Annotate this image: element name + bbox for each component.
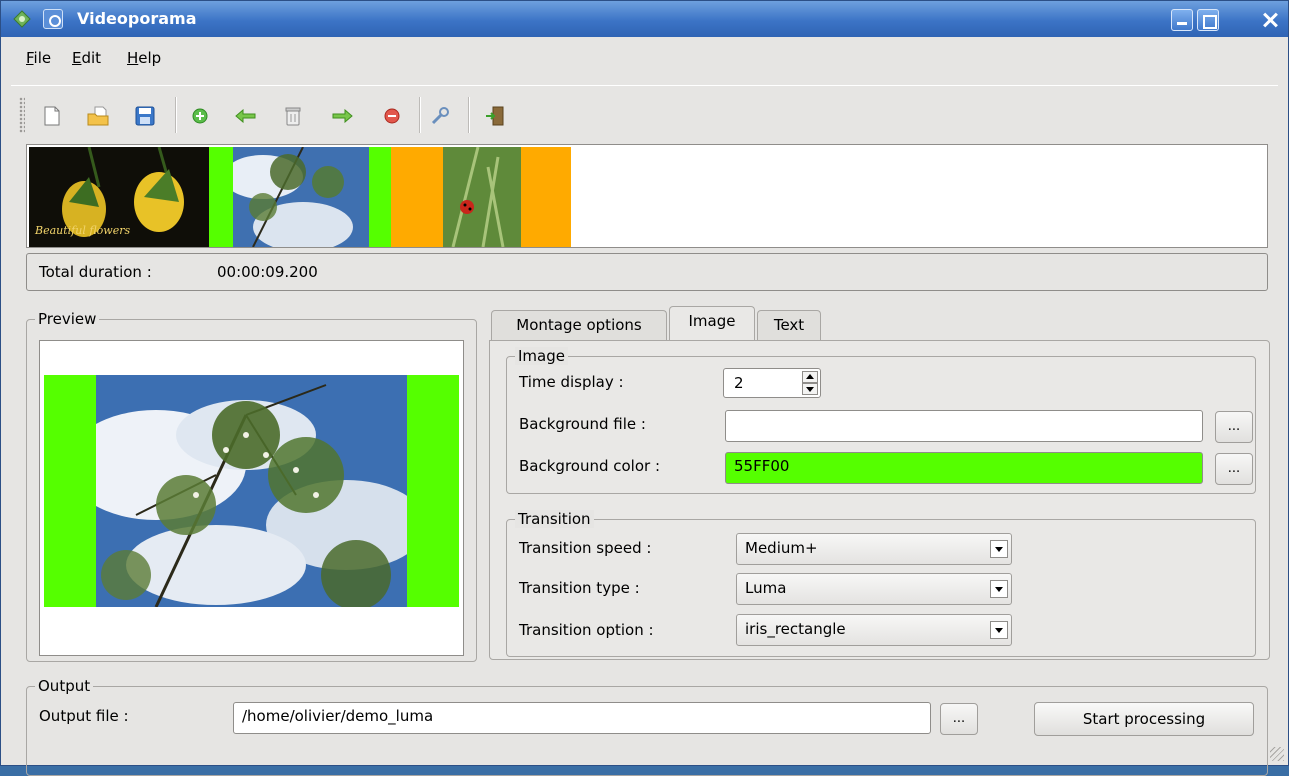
window-title: Videoporama: [77, 9, 197, 28]
preview-group: Preview: [26, 310, 477, 662]
thumbnail-sky-tree[interactable]: [209, 147, 391, 247]
transition-type-value: Luma: [745, 579, 787, 597]
transition-type-select[interactable]: Luma: [736, 573, 1012, 605]
add-icon[interactable]: [189, 105, 211, 127]
time-display-label: Time display :: [519, 373, 624, 391]
title-bar[interactable]: Videoporama: [1, 1, 1288, 37]
background-color-input[interactable]: 55FF00: [725, 452, 1203, 484]
background-file-browse-button[interactable]: ...: [1215, 411, 1253, 443]
maximize-button[interactable]: [1197, 9, 1219, 31]
output-file-label: Output file :: [39, 707, 129, 725]
transition-speed-label: Transition speed :: [519, 539, 652, 557]
save-icon[interactable]: [134, 105, 156, 127]
close-button[interactable]: [1259, 9, 1281, 31]
thumbnail-caption: Beautiful flowers: [35, 224, 131, 237]
menu-file[interactable]: File: [26, 49, 51, 67]
background-file-label: Background file :: [519, 415, 646, 433]
exit-icon[interactable]: [484, 105, 506, 127]
move-left-icon[interactable]: [235, 105, 257, 127]
duration-label: Total duration :: [39, 263, 152, 281]
output-group-title: Output: [35, 677, 94, 695]
preview-frame: [39, 340, 464, 656]
time-display-value: 2: [734, 374, 744, 392]
transition-speed-select[interactable]: Medium+: [736, 533, 1012, 565]
transition-group-title: Transition: [515, 510, 594, 528]
open-folder-icon[interactable]: [87, 105, 109, 127]
toolbar-separator: [468, 97, 470, 133]
toolbar-grip-icon[interactable]: [19, 97, 25, 133]
menu-separator: [11, 85, 1278, 86]
duration-value: 00:00:09.200: [217, 263, 318, 281]
output-file-input[interactable]: /home/olivier/demo_luma: [233, 702, 931, 734]
background-color-browse-button[interactable]: ...: [1215, 453, 1253, 485]
duration-bar: Total duration : 00:00:09.200: [26, 253, 1268, 291]
background-file-input[interactable]: [725, 410, 1203, 442]
output-file-browse-button[interactable]: ...: [940, 703, 978, 735]
menu-bar: File Edit Help: [1, 49, 1288, 75]
spin-down-icon[interactable]: [802, 383, 818, 395]
timeline-strip[interactable]: Beautiful flowers: [26, 144, 1268, 248]
toolbar: [1, 93, 1288, 137]
window-menu-button[interactable]: [43, 9, 63, 29]
move-right-icon[interactable]: [331, 105, 353, 127]
minimize-button[interactable]: [1171, 9, 1193, 31]
preview-title: Preview: [35, 310, 100, 328]
menu-edit[interactable]: Edit: [72, 49, 101, 67]
chevron-down-icon[interactable]: [990, 580, 1008, 598]
tab-text[interactable]: Text: [757, 310, 821, 340]
tab-montage-options[interactable]: Montage options: [491, 310, 667, 340]
transition-option-value: iris_rectangle: [745, 620, 846, 638]
toolbar-separator: [175, 97, 177, 133]
app-window: Videoporama File Edit Help Beautiful flo…: [0, 0, 1289, 776]
resize-grip-icon[interactable]: [1270, 747, 1284, 761]
thumbnail-ladybug[interactable]: [391, 147, 571, 247]
chevron-down-icon[interactable]: [990, 540, 1008, 558]
start-processing-button[interactable]: Start processing: [1034, 702, 1254, 736]
spin-up-icon[interactable]: [802, 371, 818, 383]
transition-speed-value: Medium+: [745, 539, 818, 557]
transition-option-select[interactable]: iris_rectangle: [736, 614, 1012, 646]
thumbnail-flowers[interactable]: Beautiful flowers: [29, 146, 209, 247]
transition-type-label: Transition type :: [519, 579, 640, 597]
menu-help[interactable]: Help: [127, 49, 161, 67]
app-icon: [13, 10, 31, 28]
settings-wrench-icon[interactable]: [429, 105, 451, 127]
chevron-down-icon[interactable]: [990, 621, 1008, 639]
background-color-label: Background color :: [519, 457, 661, 475]
toolbar-separator: [419, 97, 421, 133]
transition-option-label: Transition option :: [519, 621, 654, 639]
new-file-icon[interactable]: [41, 105, 63, 127]
remove-icon[interactable]: [381, 105, 403, 127]
trash-icon[interactable]: [282, 105, 304, 127]
image-group-title: Image: [515, 347, 568, 365]
time-display-spinbox[interactable]: 2: [723, 368, 821, 398]
preview-image: [44, 375, 459, 607]
tab-image[interactable]: Image: [669, 306, 755, 340]
